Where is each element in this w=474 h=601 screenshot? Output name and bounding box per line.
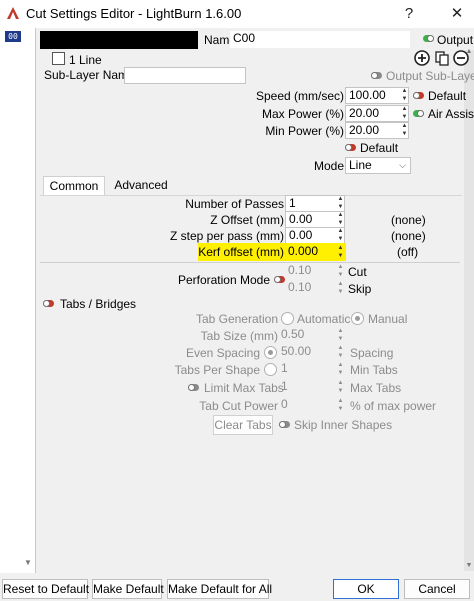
output-toggle[interactable] [423,35,434,42]
min-power-default-label: Default [360,141,399,155]
tabs-bridges-label: Tabs / Bridges [60,297,137,311]
vertical-scrollbar[interactable]: ▲ ▼ [464,48,474,571]
max-power-spinner[interactable]: ▲ ▼ [399,105,410,122]
speed-default-toggle[interactable] [413,92,424,99]
manual-label: Manual [368,312,408,326]
kerf-spinner[interactable]: ▲ ▼ [335,244,346,261]
skip-inner-shapes-toggle[interactable] [279,421,290,428]
kerf-note: (off) [397,245,419,259]
min-power-default-toggle[interactable] [345,144,356,151]
add-sublayer-icon[interactable] [414,50,430,66]
make-default-for-all-button[interactable]: Make Default for All [167,579,272,599]
help-icon[interactable]: ? [398,4,420,24]
perforation-label: Perforation Mode [177,273,270,287]
tab-size-input[interactable]: 0.50 [278,327,334,344]
limit-max-tabs-spinner[interactable]: ▲ ▼ [335,379,346,396]
automatic-label: Automatic [297,312,351,326]
tabs-bridges-toggle[interactable] [43,300,54,307]
min-power-label: Min Power (%) [265,124,344,138]
cancel-button[interactable]: Cancel [404,579,470,599]
passes-spinner[interactable]: ▲ ▼ [335,195,346,212]
z-offset-spinner[interactable]: ▲ ▼ [335,211,346,228]
air-assist-toggle[interactable] [413,110,424,117]
remove-sublayer-icon[interactable] [453,50,469,66]
output-sublayer-toggle[interactable] [371,72,382,79]
output-label: Output [437,33,474,47]
tabs-per-shape-spinner[interactable]: ▲ ▼ [335,361,346,378]
title-bar: Cut Settings Editor - LightBurn 1.6.00 ?… [0,0,474,28]
perforation-skip-spinner[interactable]: ▲ ▼ [335,280,346,297]
kerf-input[interactable]: 0.000 [285,244,335,261]
make-default-button[interactable]: Make Default [92,579,164,599]
perforation-cut-spinner[interactable]: ▲ ▼ [335,263,346,280]
max-tabs-label: Max Tabs [350,381,402,395]
limit-max-tabs-input[interactable]: 1 [278,379,334,396]
scroll-down-icon[interactable]: ▼ [464,562,474,569]
mode-select[interactable]: Line ⌵ [345,157,411,174]
air-assist-label: Air Assist [428,107,474,121]
copy-sublayer-icon[interactable] [434,50,450,66]
z-offset-label: Z Offset (mm) [210,213,284,227]
chevron-down-icon: ⌵ [399,160,406,170]
perforation-toggle[interactable] [274,276,285,283]
even-spacing-radio[interactable] [264,346,277,359]
tab-advanced[interactable]: Advanced [108,176,174,196]
line-count-label: 1 Line [69,53,102,67]
min-tabs-label: Min Tabs [350,363,398,377]
z-offset-note: (none) [391,213,426,227]
spacing-label: Spacing [350,346,394,360]
tabs-per-shape-input[interactable]: 1 [278,361,334,378]
ok-button[interactable]: OK [333,579,399,599]
z-step-spinner[interactable]: ▲ ▼ [335,227,346,244]
skip-inner-shapes-label: Skip Inner Shapes [294,418,393,432]
tab-common[interactable]: Common [43,176,105,196]
tabs-per-shape-label: Tabs Per Shape [174,363,260,377]
perforation-cut-input[interactable]: 0.10 [285,263,335,280]
even-spacing-label: Even Spacing [185,346,260,360]
layer-list-item[interactable]: 00 [5,31,21,42]
tabs-per-shape-radio[interactable] [264,363,277,376]
limit-max-tabs-label: Limit Max Tabs [204,381,284,395]
mode-select-value: Line [349,158,372,172]
reset-to-default-button[interactable]: Reset to Default [2,579,89,599]
manual-radio[interactable] [351,312,364,325]
spacing-spinner[interactable]: ▲ ▼ [335,344,346,361]
min-power-spinner[interactable]: ▲ ▼ [399,122,410,139]
max-power-label: Max Power (%) [261,107,344,121]
perforation-cut-label: Cut [348,265,367,279]
z-step-note: (none) [391,229,426,243]
z-step-label: Z step per pass (mm) [169,229,284,243]
name-field[interactable]: C00 [230,31,410,48]
layer-list: 00 ▼ [0,28,36,573]
perforation-skip-input[interactable]: 0.10 [285,280,335,297]
layer-color-swatch[interactable] [40,31,198,49]
output-sublayer-label: Output Sub-Layer [386,69,474,83]
divider [40,262,460,263]
speed-label: Speed (mm/sec) [255,89,344,103]
scroll-down-icon[interactable]: ▼ [24,558,32,567]
tab-cut-power-label: Tab Cut Power [199,399,278,413]
max-power-pct-label: % of max power [350,399,437,413]
window-title: Cut Settings Editor - LightBurn 1.6.00 [26,6,242,21]
tab-cut-power-spinner[interactable]: ▲ ▼ [335,397,346,414]
passes-label: Number of Passes [185,197,284,211]
speed-spinner[interactable]: ▲ ▼ [399,87,410,104]
automatic-radio[interactable] [281,312,294,325]
limit-max-tabs-toggle[interactable] [188,384,199,391]
tab-size-label: Tab Size (mm) [200,329,278,343]
sublayer-checkbox[interactable] [52,52,65,65]
sublayer-name-input[interactable] [124,67,246,84]
mode-label: Mode [313,159,344,173]
tab-size-spinner[interactable]: ▲ ▼ [335,327,346,344]
lightburn-app-icon [7,7,19,19]
speed-default-label: Default [428,89,467,103]
sublayer-name-label: Sub-Layer Name [44,68,135,82]
tab-cut-power-input[interactable]: 0 [278,397,334,414]
tab-generation-label: Tab Generation [195,312,278,326]
kerf-label: Kerf offset (mm) [198,245,284,259]
clear-tabs-button[interactable]: Clear Tabs [213,415,273,435]
perforation-skip-label: Skip [348,282,372,296]
spacing-input[interactable]: 50.00 [278,344,334,361]
close-icon[interactable]: ✕ [446,4,468,24]
